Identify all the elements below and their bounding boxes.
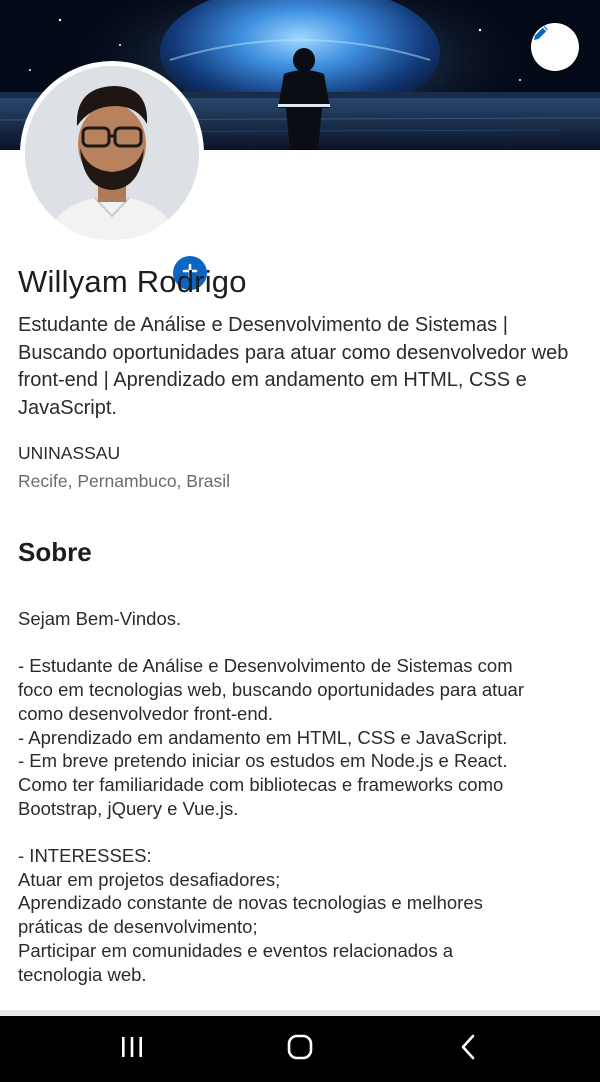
about-line: práticas de desenvolvimento; [18, 916, 258, 938]
home-button[interactable] [280, 1032, 320, 1066]
about-line: como desenvolvedor front-end. [18, 702, 274, 724]
back-icon [458, 1033, 478, 1066]
about-line: - Aprendizado em andamento em HTML, CSS … [18, 726, 508, 748]
about-line: Atuar em projetos desafiadores; [18, 868, 281, 890]
profile-name: Willyam Rodrigo [18, 264, 247, 299]
about-line: foco em tecnologias web, buscando oportu… [18, 679, 525, 701]
avatar[interactable] [25, 66, 199, 240]
about-line [18, 631, 588, 655]
profile-location: Recife, Pernambuco, Brasil [18, 471, 231, 491]
about-title: Sobre [18, 537, 92, 567]
profile-page: Willyam Rodrigo Estudante de Análise e D… [0, 0, 600, 1082]
about-line: Como ter familiaridade com bibliotecas e… [18, 773, 504, 795]
about-line: Participar em comunidades e eventos rela… [18, 939, 453, 961]
profile-organization[interactable]: UNINASSAU [18, 443, 120, 464]
profile-headline: Estudante de Análise e Desenvolvimento d… [18, 314, 569, 419]
back-button[interactable] [448, 1032, 488, 1066]
about-line [18, 820, 588, 844]
recents-button[interactable] [112, 1032, 152, 1066]
system-navigation-bar [0, 1016, 600, 1082]
edit-cover-button[interactable] [531, 23, 579, 71]
about-line: Bootstrap, jQuery e Vue.js. [18, 797, 239, 819]
about-line: - Estudante de Análise e Desenvolvimento… [18, 655, 513, 677]
about-line: Aprendizado constante de novas tecnologi… [18, 892, 483, 914]
about-line: - Em breve pretendo iniciar os estudos e… [18, 750, 508, 772]
about-line: tecnologia web. [18, 963, 147, 985]
profile-photo-frame[interactable] [20, 61, 211, 294]
about-text: Sejam Bem-Vindos. - Estudante de Análise… [18, 607, 588, 986]
recents-icon [119, 1035, 145, 1064]
about-line: Sejam Bem-Vindos. [18, 608, 182, 629]
home-icon [286, 1033, 314, 1066]
about-line: - INTERESSES: [18, 845, 152, 866]
